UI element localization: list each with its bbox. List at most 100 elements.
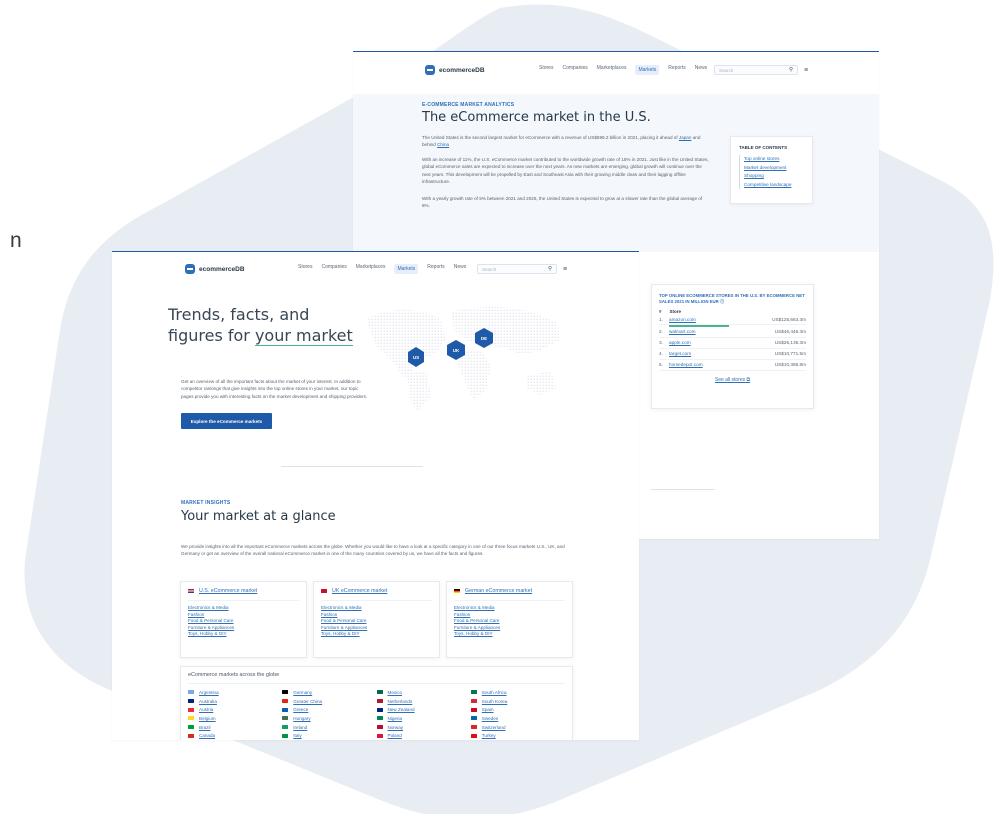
hamburger-menu-icon[interactable]: ≡ — [804, 67, 808, 74]
toc-market-development[interactable]: Market development — [739, 163, 804, 172]
country-name: Mexico — [387, 689, 403, 695]
category-link[interactable]: Toys, Hobby & DIY — [321, 631, 432, 638]
country-link[interactable]: Brazil — [188, 723, 282, 732]
country-link[interactable]: South Korea — [470, 697, 565, 706]
country-name: Norway — [387, 724, 404, 730]
country-flag-icon — [376, 699, 383, 704]
country-name: Poland — [387, 733, 402, 739]
toc-shopping[interactable]: Shopping — [739, 172, 804, 181]
country-link[interactable]: Turkey — [470, 731, 565, 740]
hero-intro-text: Get an overview of all the important fac… — [181, 379, 368, 399]
svg-text:DE: DE — [481, 336, 487, 341]
link-china[interactable]: China — [437, 142, 449, 147]
store-link[interactable]: homedepot.com — [669, 362, 775, 367]
country-link[interactable]: Italy — [282, 731, 376, 740]
hamburger-menu-icon[interactable]: ≡ — [563, 266, 567, 273]
country-name: Sweden — [481, 715, 499, 721]
country-name: Brazil — [199, 724, 211, 730]
german-market-link[interactable]: German eCommerce market — [454, 588, 565, 601]
category-link[interactable]: Toys, Hobby & DIY — [188, 631, 299, 638]
store-link[interactable]: walmart.com — [669, 329, 775, 334]
search-icon[interactable]: ⚲ — [789, 67, 793, 73]
store-link[interactable]: amazon.com — [669, 317, 772, 322]
search-input[interactable]: Search ⚲ — [714, 65, 798, 75]
nav-companies[interactable]: Companies — [562, 65, 587, 75]
world-map-illustration: US UK DE — [366, 306, 561, 412]
country-name: Argentina — [199, 689, 219, 695]
us-flag-icon — [188, 589, 194, 593]
country-flag-icon — [282, 733, 289, 738]
country-link[interactable]: Nigeria — [376, 714, 471, 723]
country-link[interactable]: Hungary — [282, 714, 376, 723]
country-link[interactable]: Sweden — [470, 714, 565, 723]
nav-stores[interactable]: Stores — [539, 65, 553, 75]
country-link[interactable]: Canada — [188, 731, 282, 740]
country-flag-icon — [376, 690, 383, 695]
nav-links: Stores Companies Marketplaces Markets Re… — [298, 264, 466, 274]
country-link[interactable]: Ireland — [282, 723, 376, 732]
country-link[interactable]: Greece — [282, 705, 376, 714]
country-link[interactable]: Norway — [376, 723, 471, 732]
logo[interactable]: ecommerceDB — [425, 65, 485, 75]
toc-top-online-stores[interactable]: Top online stores — [739, 155, 804, 164]
uk-market-link[interactable]: UK eCommerce market — [321, 588, 432, 601]
nav-marketplaces[interactable]: Marketplaces — [597, 65, 627, 75]
country-name: Spain — [481, 707, 494, 713]
country-flag-icon — [282, 716, 289, 721]
global-markets-title: eCommerce markets across the globe — [188, 672, 565, 684]
nav-companies[interactable]: Companies — [321, 264, 346, 274]
store-link[interactable]: apple.com — [669, 340, 775, 345]
nav-reports[interactable]: Reports — [668, 65, 686, 75]
country-link[interactable]: Germany — [282, 688, 376, 697]
link-japan[interactable]: Japan — [679, 135, 692, 140]
info-icon[interactable]: ⓘ — [720, 299, 724, 304]
headline-highlight: your market — [254, 326, 353, 346]
country-link[interactable]: Greater China — [282, 697, 376, 706]
markets-overview-page-screenshot: ecommerceDB Stores Companies Marketplace… — [112, 251, 639, 740]
nav-links: Stores Companies Marketplaces Markets Re… — [539, 65, 707, 75]
logo[interactable]: ecommerceDB — [185, 264, 245, 274]
category-link[interactable]: Toys, Hobby & DIY — [454, 631, 565, 638]
nav-stores[interactable]: Stores — [298, 264, 312, 274]
nav-news[interactable]: News — [695, 65, 708, 75]
country-link[interactable]: South Africa — [470, 688, 565, 697]
country-link[interactable]: Spain — [470, 705, 565, 714]
explore-markets-button[interactable]: Explore the eCommerce markets — [181, 413, 272, 429]
search-input[interactable]: Search ⚲ — [477, 264, 557, 274]
nav-news[interactable]: News — [454, 264, 467, 274]
german-market-card: German eCommerce market Electronics & Me… — [446, 581, 573, 658]
search-placeholder: Search — [482, 266, 497, 272]
country-link[interactable]: Switzerland — [470, 723, 565, 732]
country-flag-icon — [188, 690, 194, 695]
nav-marketplaces[interactable]: Marketplaces — [356, 264, 386, 274]
us-market-card: U.S. eCommerce market Electronics & Medi… — [180, 581, 307, 658]
us-market-link[interactable]: U.S. eCommerce market — [188, 588, 299, 601]
country-link[interactable]: Argentina — [188, 688, 282, 697]
intro-paragraph-3: With a yearly growth rate of 5% between … — [422, 196, 703, 209]
country-flag-icon — [376, 716, 383, 721]
table-row: 2. walmart.com US$46,446.3m — [659, 327, 806, 338]
country-link[interactable]: Netherlands — [376, 697, 471, 706]
country-link[interactable]: Mexico — [376, 688, 471, 697]
country-link[interactable]: Austria — [188, 705, 282, 714]
intro-paragraph-2: With an increase of 11%, the U.S. eComme… — [422, 157, 709, 185]
store-link[interactable]: target.com — [669, 351, 775, 356]
country-flag-icon — [376, 733, 383, 738]
nav-reports[interactable]: Reports — [427, 264, 445, 274]
country-link[interactable]: Australia — [188, 697, 282, 706]
country-name: Italy — [293, 733, 302, 739]
country-flag-icon — [188, 716, 194, 721]
country-link[interactable]: Poland — [376, 731, 471, 740]
see-all-stores-link[interactable]: See all stores ⧉ — [659, 377, 806, 383]
nav-markets[interactable]: Markets — [394, 264, 419, 274]
ecommercedb-logo-icon — [425, 65, 435, 75]
nav-markets[interactable]: Markets — [635, 65, 660, 75]
search-icon[interactable]: ⚲ — [548, 266, 552, 272]
country-flag-icon — [470, 707, 477, 712]
toc-competitive-landscape[interactable]: Competitive landscape — [739, 180, 804, 189]
country-flag-icon — [470, 725, 477, 730]
stage: n ecommerceDB Stores Companies Marketpla… — [0, 0, 999, 814]
country-flag-icon — [282, 707, 289, 712]
country-link[interactable]: New Zealand — [376, 705, 471, 714]
country-link[interactable]: Belgium — [188, 714, 282, 723]
